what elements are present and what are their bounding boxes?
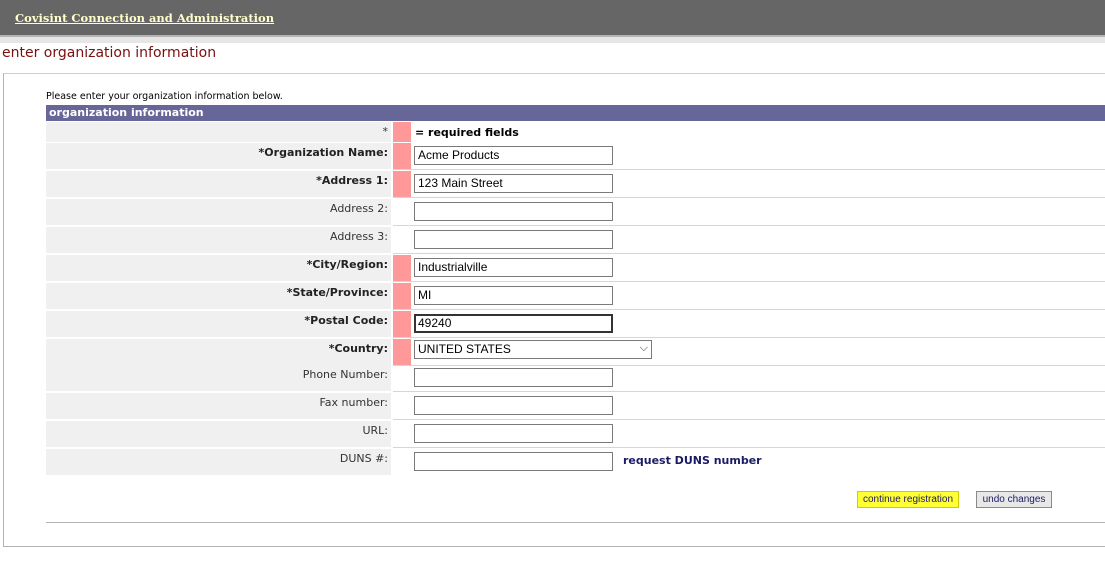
fax-number-label: Fax number: [319,396,388,409]
organization-name-label: *Organization Name: [258,146,388,159]
required-legend-row: * = required fields [46,122,1105,142]
required-indicator [393,171,411,197]
duns-input[interactable] [414,452,613,471]
required-indicator [393,255,411,281]
url-label: URL: [362,424,388,437]
address-1-label: *Address 1: [316,174,388,187]
form-footer-divider [46,522,1105,523]
required-indicator [393,283,411,309]
undo-changes-button[interactable]: undo changes [976,491,1052,508]
required-indicator [393,339,411,365]
request-duns-link[interactable]: request DUNS number [623,454,762,467]
banner-divider-light [0,37,1105,43]
row-postal-code: *Postal Code: 49240 [46,311,1105,338]
country-label: *Country: [328,342,388,355]
required-note: = required fields [415,126,519,139]
row-address-3: Address 3: [46,227,1105,254]
row-address-1: *Address 1: 123 Main Street [46,171,1105,198]
country-select[interactable]: UNITED STATES ⌵ [414,340,652,359]
address-1-input[interactable]: 123 Main Street [414,174,613,193]
address-3-label: Address 3: [329,230,388,243]
country-selected-value: UNITED STATES [418,342,511,356]
address-3-input[interactable] [414,230,613,249]
intro-text: Please enter your organization informati… [46,91,283,102]
row-phone-number: Phone Number: [46,365,1105,392]
state-province-label: *State/Province: [286,286,388,299]
city-region-input[interactable]: Industrialville [414,258,613,277]
postal-code-label: *Postal Code: [304,314,388,327]
required-indicator [393,311,411,337]
url-input[interactable] [414,424,613,443]
address-2-input[interactable] [414,202,613,221]
app-title-link[interactable]: Covisint Connection and Administration [15,11,274,25]
chevron-down-icon[interactable]: ⌵ [640,341,648,356]
page-title: enter organization information [2,45,217,61]
duns-label: DUNS #: [339,452,388,465]
postal-code-input[interactable]: 49240 [414,314,613,333]
continue-registration-button[interactable]: continue registration [857,491,959,508]
row-organization-name: *Organization Name: Acme Products [46,143,1105,170]
row-fax-number: Fax number: [46,393,1105,420]
row-country: *Country: UNITED STATES ⌵ [46,339,1105,366]
row-city-region: *City/Region: Industrialville [46,255,1105,282]
row-address-2: Address 2: [46,199,1105,226]
row-url: URL: [46,421,1105,448]
phone-number-label: Phone Number: [302,368,388,381]
row-duns: DUNS #: request DUNS number [46,449,1105,475]
required-indicator [393,143,411,169]
phone-number-input[interactable] [414,368,613,387]
top-banner: Covisint Connection and Administration [0,0,1105,35]
required-marker: * [382,125,389,138]
row-state-province: *State/Province: MI [46,283,1105,310]
required-indicator [393,122,411,142]
address-2-label: Address 2: [329,202,388,215]
organization-name-input[interactable]: Acme Products [414,146,613,165]
section-title: organization information [49,106,204,119]
fax-number-input[interactable] [414,396,613,415]
section-header: organization information [46,105,1105,121]
state-province-input[interactable]: MI [414,286,613,305]
city-region-label: *City/Region: [306,258,388,271]
